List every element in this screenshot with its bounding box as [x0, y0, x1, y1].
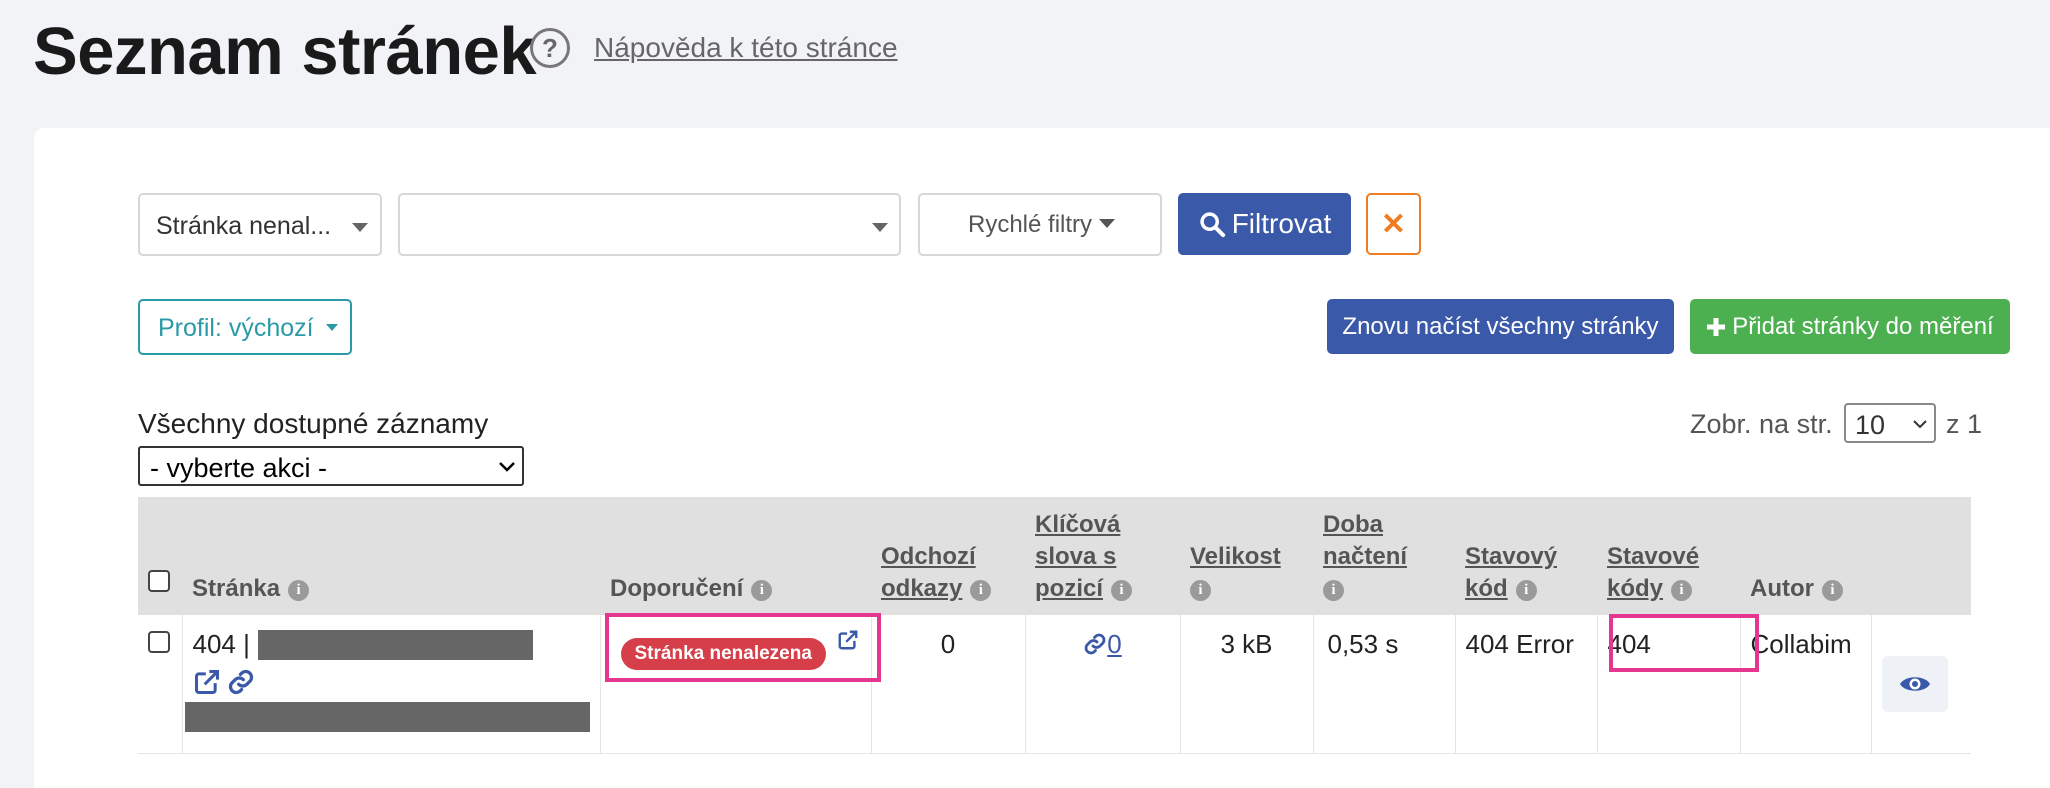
row-load-time-cell: 0,53 s — [1312, 615, 1455, 754]
col-keywords-line3: pozicí — [1035, 575, 1104, 602]
external-link-icon[interactable] — [193, 668, 221, 696]
close-icon: ✕ — [1380, 207, 1407, 241]
select-all-cell — [138, 497, 182, 615]
col-status-codes-line1: Stavové — [1607, 543, 1700, 570]
chevron-down-icon — [499, 462, 515, 472]
col-load-time[interactable]: Doba načtení i — [1313, 497, 1455, 615]
filter-button[interactable]: Filtrovat — [1178, 193, 1351, 255]
highlight-recommendation — [605, 613, 881, 682]
reload-all-pages-button[interactable]: Znovu načíst všechny stránky — [1327, 299, 1674, 354]
col-page: Stránka i — [182, 497, 600, 615]
records-label: Všechny dostupné záznamy — [138, 408, 489, 439]
help-link[interactable]: Nápověda k této stránce — [594, 32, 898, 64]
col-keywords-line2: slova s — [1035, 543, 1117, 570]
row-keywords-cell: 0 — [1024, 615, 1180, 754]
row-page-prefix: 404 | — [192, 629, 250, 659]
per-page-label: Zobr. na str. — [1690, 409, 1833, 439]
info-icon[interactable]: i — [1821, 580, 1843, 601]
col-status-code-line1: Stavový — [1465, 543, 1558, 570]
info-icon[interactable]: i — [751, 580, 773, 601]
profile-select[interactable]: Profil: výchozí — [138, 299, 352, 355]
row-status-code-cell: 404 Error — [1454, 615, 1597, 754]
col-size[interactable]: Velikost i — [1180, 497, 1313, 615]
col-recommendation-label: Doporučení — [610, 575, 744, 602]
redacted-title — [184, 702, 590, 732]
info-icon[interactable]: i — [1323, 580, 1344, 601]
col-status-code-line2: kód — [1465, 575, 1508, 602]
row-status-code-value: 404 Error — [1465, 629, 1574, 659]
row-outgoing-value: 0 — [940, 629, 956, 659]
plus-icon — [1707, 317, 1726, 336]
row-author-value: Collabim — [1750, 629, 1852, 659]
row-outgoing-cell: 0 — [870, 615, 1025, 754]
chevron-down-icon — [1913, 420, 1927, 429]
row-select-cell — [138, 615, 182, 754]
row-checkbox[interactable] — [148, 631, 170, 653]
select-all-checkbox[interactable] — [148, 570, 170, 592]
col-recommendation: Doporučení i — [600, 497, 871, 615]
bulk-action-value: - vyberte akci - — [150, 453, 328, 483]
filter-value-select[interactable] — [398, 193, 901, 256]
row-actions-cell — [1870, 615, 1971, 754]
clear-filter-button[interactable]: ✕ — [1366, 193, 1421, 255]
row-author-cell: Collabim — [1739, 615, 1871, 754]
help-icon[interactable]: ? — [530, 28, 570, 68]
per-page-value: 10 — [1855, 410, 1886, 440]
row-page-cell: 404 | — [181, 615, 600, 754]
highlight-status-codes — [1609, 614, 1759, 672]
filter-button-label: Filtrovat — [1231, 208, 1332, 239]
profile-label: Profil: výchozí — [158, 314, 314, 342]
info-icon[interactable]: i — [1671, 580, 1693, 601]
table-header-row: Stránka i Doporučení i Odchozí odkazy i Klíč… — [138, 497, 1971, 615]
link-icon[interactable] — [1083, 632, 1107, 656]
chevron-down-icon — [326, 324, 338, 331]
eye-icon — [1899, 677, 1930, 691]
page-title: Seznam stránek — [33, 14, 537, 89]
info-icon[interactable]: i — [970, 580, 992, 601]
quick-filters-dropdown[interactable]: Rychlé filtry — [918, 193, 1162, 256]
quick-filters-label: Rychlé filtry — [968, 211, 1093, 238]
info-icon[interactable]: i — [1190, 580, 1211, 601]
add-pages-button[interactable]: Přidat stránky do měření — [1690, 299, 2010, 354]
filter-select[interactable]: Stránka nenal... — [138, 193, 382, 256]
row-size-value: 3 kB — [1220, 629, 1273, 659]
col-status-codes-line2: kódy — [1607, 575, 1664, 602]
row-size-cell: 3 kB — [1179, 615, 1313, 754]
per-page-select[interactable]: 10 — [1844, 403, 1936, 443]
page-count-label: z 1 — [1946, 409, 1983, 439]
col-load-time-line2: načtení — [1323, 543, 1408, 570]
col-status-code[interactable]: Stavový kód i — [1455, 497, 1597, 615]
info-icon[interactable]: i — [1111, 580, 1133, 601]
reload-all-pages-label: Znovu načíst všechny stránky — [1342, 312, 1659, 340]
filter-select-value: Stránka nenal... — [156, 212, 332, 240]
col-author-label: Autor — [1750, 575, 1814, 602]
col-outgoing-line1: Odchozí — [881, 543, 976, 570]
info-icon[interactable]: i — [1515, 580, 1537, 601]
chevron-down-icon — [1099, 219, 1115, 228]
bulk-action-select[interactable]: - vyberte akci - — [138, 446, 524, 486]
col-keywords[interactable]: Klíčová slova s pozicí i — [1025, 497, 1180, 615]
add-pages-label: Přidat stránky do měření — [1732, 312, 1994, 340]
col-status-codes[interactable]: Stavové kódy i — [1597, 497, 1740, 615]
col-outgoing-line2: odkazy — [881, 575, 963, 602]
chevron-down-icon — [872, 223, 888, 232]
row-load-time-value: 0,53 s — [1327, 629, 1399, 659]
redacted-url — [257, 629, 533, 660]
col-outgoing[interactable]: Odchozí odkazy i — [871, 497, 1025, 615]
col-keywords-line1: Klíčová — [1035, 511, 1121, 538]
col-load-time-line1: Doba — [1323, 511, 1383, 538]
view-button[interactable] — [1881, 656, 1948, 712]
chevron-down-icon — [352, 223, 368, 232]
col-page-label: Stránka — [192, 575, 281, 602]
keywords-count-link[interactable]: 0 — [1107, 629, 1121, 659]
search-icon — [1200, 212, 1225, 238]
info-icon[interactable]: i — [288, 580, 310, 601]
col-actions — [1871, 497, 1971, 615]
col-author: Autor i — [1740, 497, 1871, 615]
col-size-label: Velikost — [1190, 543, 1281, 570]
link-icon[interactable] — [227, 668, 255, 696]
